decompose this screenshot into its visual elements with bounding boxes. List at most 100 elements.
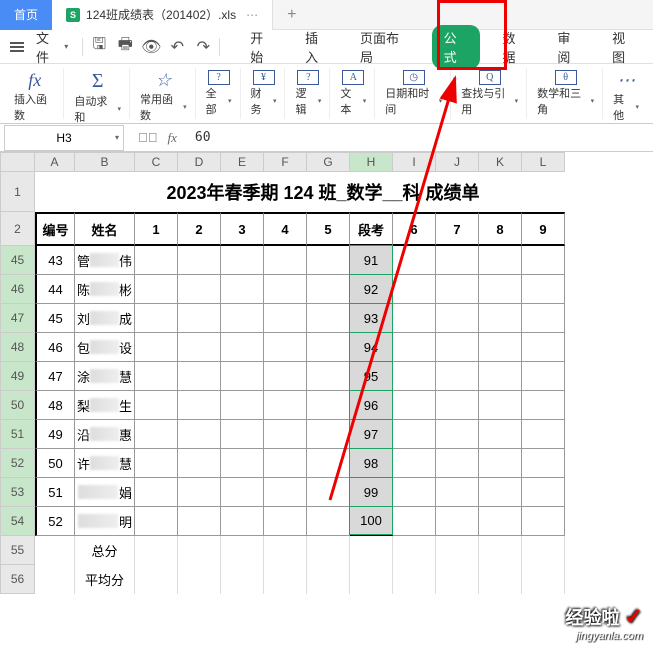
cell[interactable] (264, 449, 307, 478)
cell[interactable] (135, 478, 178, 507)
cell[interactable] (393, 420, 436, 449)
cell[interactable] (178, 507, 221, 536)
cell[interactable] (436, 391, 479, 420)
cell[interactable] (393, 333, 436, 362)
cell[interactable]: 91 (350, 246, 393, 275)
cell[interactable] (178, 449, 221, 478)
cell[interactable] (221, 478, 264, 507)
cell[interactable]: 8 (479, 212, 522, 246)
cell[interactable] (393, 362, 436, 391)
file-menu[interactable]: 文件▾ (30, 25, 74, 69)
cell[interactable] (178, 478, 221, 507)
ribbon-常用函数[interactable]: ☆常用函数 ▾ (132, 68, 196, 119)
cell[interactable] (522, 333, 565, 362)
cell[interactable] (221, 420, 264, 449)
cell[interactable]: 5 (307, 212, 350, 246)
cell[interactable]: 1 (135, 212, 178, 246)
name-box[interactable]: H3 ▾ (4, 125, 124, 151)
cell[interactable] (479, 420, 522, 449)
menu-tab-开始[interactable]: 开始 (242, 25, 283, 69)
cell[interactable]: 编号 (35, 212, 75, 246)
cell[interactable] (264, 420, 307, 449)
cell[interactable] (436, 275, 479, 304)
cell[interactable]: 4 (264, 212, 307, 246)
cell[interactable] (479, 449, 522, 478)
cell[interactable]: 涂慧 (75, 362, 135, 391)
cell[interactable] (264, 362, 307, 391)
select-all-corner[interactable] (0, 152, 35, 172)
cell[interactable] (522, 246, 565, 275)
cell[interactable]: 48 (35, 391, 75, 420)
ribbon-逻辑[interactable]: ?逻辑 ▾ (287, 68, 330, 119)
cell[interactable] (135, 449, 178, 478)
cell[interactable]: 刘成 (75, 304, 135, 333)
cell[interactable] (393, 507, 436, 536)
cell[interactable] (479, 304, 522, 333)
cell[interactable] (178, 275, 221, 304)
col-header-A[interactable]: A (35, 152, 75, 172)
cell[interactable] (264, 391, 307, 420)
cell[interactable] (307, 478, 350, 507)
tab-menu-icon[interactable]: ⋯ (246, 8, 258, 22)
cell[interactable] (135, 391, 178, 420)
cell[interactable] (221, 449, 264, 478)
cell[interactable] (221, 391, 264, 420)
cell[interactable] (393, 246, 436, 275)
cell[interactable] (307, 275, 350, 304)
col-header-K[interactable]: K (479, 152, 522, 172)
menu-tab-页面布局[interactable]: 页面布局 (352, 25, 418, 69)
cell[interactable] (264, 507, 307, 536)
cell[interactable] (479, 275, 522, 304)
cell[interactable] (436, 333, 479, 362)
cell[interactable] (307, 507, 350, 536)
cell[interactable] (479, 478, 522, 507)
cell[interactable] (436, 304, 479, 333)
cell[interactable]: 93 (350, 304, 393, 333)
cell[interactable] (221, 362, 264, 391)
cell[interactable] (479, 246, 522, 275)
cell[interactable] (221, 333, 264, 362)
cell[interactable] (307, 391, 350, 420)
cell[interactable]: 50 (35, 449, 75, 478)
cell[interactable] (522, 507, 565, 536)
col-header-F[interactable]: F (264, 152, 307, 172)
cell[interactable] (178, 362, 221, 391)
cell[interactable]: 娟 (75, 478, 135, 507)
cell[interactable] (135, 304, 178, 333)
cancel-icon[interactable]: ✕⃝ (138, 130, 158, 145)
ribbon-查找与引用[interactable]: Q查找与引用 ▾ (453, 68, 527, 119)
row-header[interactable]: 46 (0, 275, 35, 304)
cell[interactable]: 明 (75, 507, 135, 536)
save-icon[interactable]: 🖫 (91, 39, 107, 55)
cell[interactable] (436, 478, 479, 507)
cell[interactable] (307, 449, 350, 478)
fx-icon[interactable]: fx (168, 130, 177, 146)
cell[interactable]: 6 (393, 212, 436, 246)
cell[interactable] (479, 333, 522, 362)
cell[interactable] (264, 333, 307, 362)
chevron-down-icon[interactable]: ▾ (115, 133, 119, 142)
cell[interactable]: 44 (35, 275, 75, 304)
cell[interactable]: 管伟 (75, 246, 135, 275)
row-header[interactable]: 1 (0, 172, 35, 212)
cell[interactable]: 98 (350, 449, 393, 478)
cell[interactable]: 姓名 (75, 212, 135, 246)
cell[interactable] (178, 246, 221, 275)
cell[interactable] (522, 275, 565, 304)
menu-tab-视图[interactable]: 视图 (604, 25, 645, 69)
cell[interactable] (479, 391, 522, 420)
row-header[interactable]: 54 (0, 507, 35, 536)
cell[interactable] (307, 304, 350, 333)
ribbon-插入函数[interactable]: fx插入函数 (6, 68, 64, 119)
cell[interactable]: 45 (35, 304, 75, 333)
cell[interactable] (264, 246, 307, 275)
col-header-I[interactable]: I (393, 152, 436, 172)
cell[interactable] (178, 304, 221, 333)
cell[interactable] (393, 275, 436, 304)
cell[interactable] (522, 391, 565, 420)
cell[interactable]: 沿惠 (75, 420, 135, 449)
cell[interactable] (393, 449, 436, 478)
row-header[interactable]: 45 (0, 246, 35, 275)
menu-tab-审阅[interactable]: 审阅 (549, 25, 590, 69)
formula-input[interactable]: 60 (187, 130, 653, 145)
